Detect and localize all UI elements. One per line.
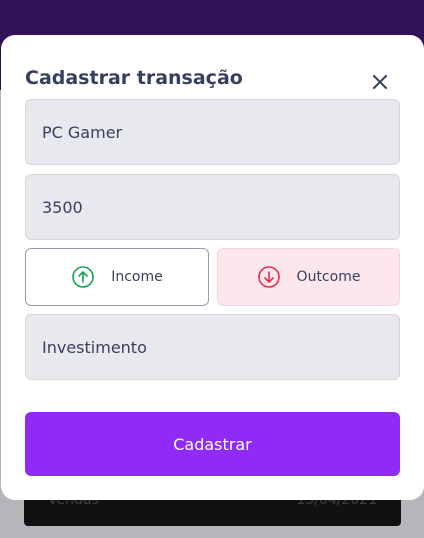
description-input[interactable]	[25, 99, 400, 165]
income-label: Income	[111, 269, 163, 285]
category-input[interactable]	[25, 314, 400, 380]
arrow-down-circle-icon	[257, 266, 280, 288]
outcome-type-button[interactable]: Outcome	[217, 248, 400, 306]
outcome-label: Outcome	[296, 269, 361, 285]
income-type-button[interactable]: Income	[25, 248, 209, 306]
amount-input[interactable]	[25, 174, 400, 240]
modal-title: Cadastrar transação	[25, 67, 243, 89]
close-button[interactable]	[366, 68, 394, 96]
close-icon	[373, 75, 387, 89]
arrow-up-circle-icon	[72, 266, 95, 288]
new-transaction-modal: Cadastrar transação Income Outcome Cadas…	[1, 35, 424, 500]
submit-button[interactable]: Cadastrar	[25, 412, 400, 476]
